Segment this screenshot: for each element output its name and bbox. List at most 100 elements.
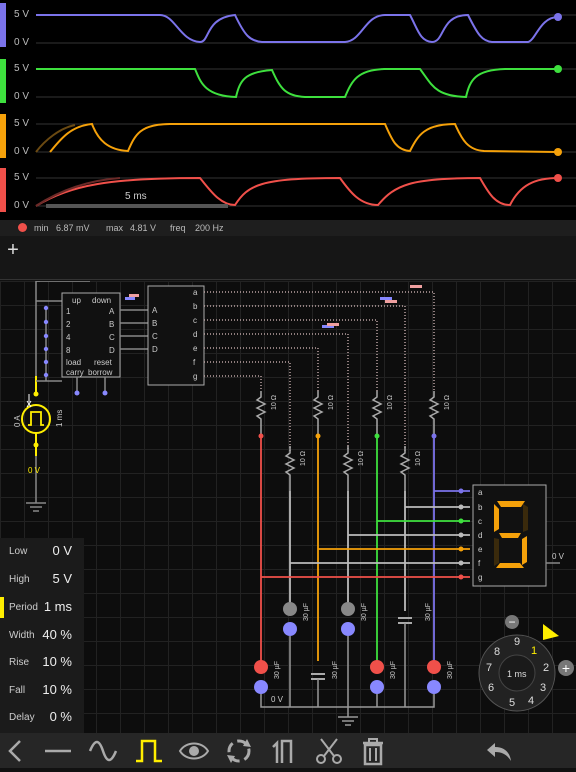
ch1-color-bar[interactable] — [0, 3, 6, 47]
svg-text:c: c — [193, 316, 197, 325]
svg-text:e: e — [193, 344, 198, 353]
svg-text:a: a — [193, 288, 198, 297]
svg-text:g: g — [193, 372, 197, 381]
svg-text:D: D — [109, 346, 115, 355]
svg-text:30 µF: 30 µF — [390, 661, 397, 679]
param-low[interactable]: Low 0 V — [0, 538, 84, 565]
source-period-label: 1 ms — [55, 410, 64, 427]
svg-text:4: 4 — [528, 695, 534, 707]
cycle-icon[interactable] — [223, 735, 255, 767]
wire-icon[interactable] — [42, 735, 74, 767]
ch3-color-bar[interactable] — [0, 114, 6, 158]
oscilloscope-panel[interactable]: 5 V 0 V 5 V 0 V 5 V 0 V 5 V 0 V 5 ms — [0, 0, 576, 220]
pulse-icon[interactable] — [133, 735, 165, 767]
param-delay[interactable]: Delay 0 % — [0, 704, 84, 731]
svg-text:8: 8 — [494, 646, 500, 658]
scope-add-bar: + — [0, 236, 576, 280]
ch4-color-bar[interactable] — [0, 168, 6, 212]
ch2-low-label: 0 V — [14, 91, 30, 102]
param-rise[interactable]: Rise 10 % — [0, 649, 84, 676]
undo-icon[interactable] — [483, 735, 515, 767]
svg-text:8: 8 — [66, 346, 71, 355]
sine-icon[interactable] — [87, 735, 119, 767]
freq-value: 200 Hz — [195, 223, 224, 233]
pulse-parameters-panel: Low 0 V High 5 V Period 1 ms Width 40 % Rise… — [0, 538, 84, 733]
param-high[interactable]: High 5 V — [0, 566, 84, 593]
svg-text:C: C — [109, 333, 115, 342]
ch4-low-label: 0 V — [14, 200, 30, 211]
freq-label: freq — [170, 223, 186, 233]
svg-text:a: a — [478, 488, 483, 497]
ch1-low-label: 0 V — [14, 37, 30, 48]
eye-icon[interactable] — [178, 735, 210, 767]
cut-icon[interactable] — [313, 735, 345, 767]
param-period[interactable]: Period 1 ms — [0, 594, 84, 621]
dial-pointer-icon — [543, 624, 559, 640]
measurement-status-bar: min 6.87 mV max 4.81 V freq 200 Hz — [0, 220, 576, 236]
ch2-color-bar[interactable] — [0, 59, 6, 103]
svg-text:B: B — [152, 319, 157, 328]
svg-text:2: 2 — [66, 320, 71, 329]
svg-text:5: 5 — [509, 697, 515, 709]
svg-text:b: b — [478, 503, 483, 512]
back-icon[interactable] — [0, 735, 32, 767]
seven-segment-display[interactable]: a b c d e f g 0 V — [472, 484, 565, 587]
svg-text:down: down — [92, 296, 111, 305]
flip-icon[interactable] — [268, 735, 300, 767]
svg-text:30 µF: 30 µF — [447, 661, 454, 679]
svg-text:10 Ω: 10 Ω — [387, 395, 394, 410]
ch3-low-label: 0 V — [14, 146, 30, 157]
svg-text:10 Ω: 10 Ω — [300, 451, 307, 466]
svg-text:30 µF: 30 µF — [332, 661, 339, 679]
svg-text:10 Ω: 10 Ω — [415, 451, 422, 466]
dial-plus-button[interactable]: + — [558, 660, 574, 676]
ch2-high-label: 5 V — [14, 63, 30, 74]
svg-text:9: 9 — [514, 636, 520, 648]
trash-icon[interactable] — [357, 735, 389, 767]
svg-text:e: e — [478, 545, 483, 554]
svg-text:10 Ω: 10 Ω — [271, 395, 278, 410]
svg-text:2: 2 — [543, 662, 549, 674]
param-fall[interactable]: Fall 10 % — [0, 677, 84, 704]
min-label: min — [34, 223, 49, 233]
dial-center-value: 1 ms — [507, 669, 527, 679]
capacitors[interactable]: 30 µF 30 µF 30 µF 30 µF 30 µF 30 µF 30 µ… — [254, 602, 454, 694]
svg-text:d: d — [478, 531, 482, 540]
svg-text:4: 4 — [66, 333, 71, 342]
add-channel-button[interactable]: + — [3, 240, 23, 260]
source-current-label: 0 A — [13, 415, 22, 427]
svg-text:30 µF: 30 µF — [361, 603, 368, 621]
svg-text:D: D — [152, 345, 158, 354]
svg-text:d: d — [193, 330, 197, 339]
ch1-trace — [36, 13, 559, 44]
svg-text:load: load — [66, 358, 81, 367]
probe-dot-icon — [18, 223, 27, 232]
max-label: max — [106, 223, 124, 233]
svg-text:10 Ω: 10 Ω — [444, 395, 451, 410]
svg-text:30 µF: 30 µF — [274, 661, 281, 679]
param-width[interactable]: Width 40 % — [0, 622, 84, 649]
svg-text:3: 3 — [540, 682, 546, 694]
svg-text:10 Ω: 10 Ω — [358, 451, 365, 466]
svg-text:borrow: borrow — [88, 368, 113, 377]
time-scale-label: 5 ms — [125, 191, 147, 202]
ch2-trace — [36, 68, 558, 99]
svg-text:6: 6 — [488, 682, 494, 694]
decoder-chip[interactable]: A B C D a b c d e f g — [147, 285, 205, 386]
ch4-high-label: 5 V — [14, 172, 30, 183]
value-dial[interactable]: 1 ms 1 2 3 4 5 6 7 8 9 − — [467, 614, 567, 714]
ch3-trace — [49, 122, 559, 153]
bottom-toolbar — [0, 733, 576, 768]
svg-text:10 Ω: 10 Ω — [328, 395, 335, 410]
min-value: 6.87 mV — [56, 223, 90, 233]
svg-text:30 µF: 30 µF — [303, 603, 310, 621]
svg-text:c: c — [478, 517, 482, 526]
svg-text:B: B — [109, 320, 114, 329]
svg-text:1: 1 — [66, 307, 71, 316]
svg-text:carry: carry — [66, 368, 84, 377]
ch3-high-label: 5 V — [14, 118, 30, 129]
max-value: 4.81 V — [130, 223, 157, 233]
svg-text:7: 7 — [486, 662, 492, 674]
ch4-trace — [35, 176, 559, 207]
counter-chip[interactable]: up down 1 2 4 8 A B C D load reset carry… — [61, 292, 121, 378]
